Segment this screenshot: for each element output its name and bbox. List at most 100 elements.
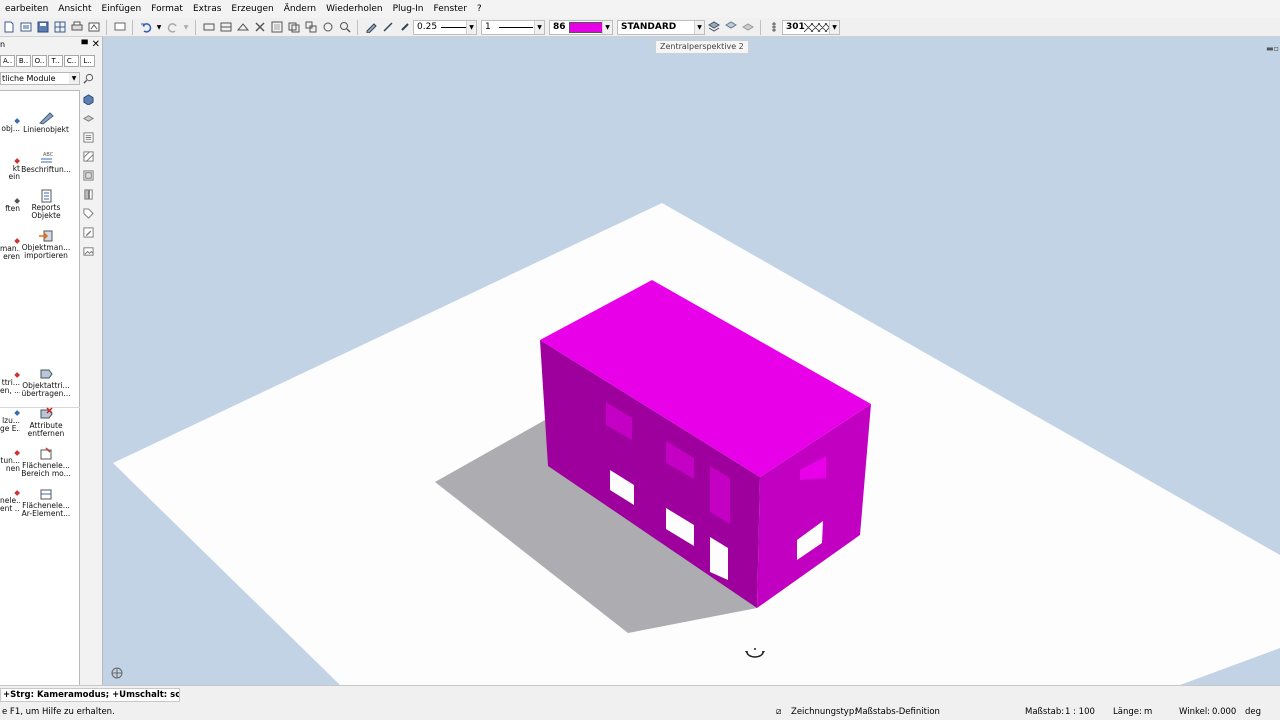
help-text: e F1, um Hilfe zu erhalten. xyxy=(2,707,115,717)
tab-a[interactable]: A.. xyxy=(0,55,15,67)
redo-dropdown-icon[interactable]: ▼ xyxy=(182,20,190,35)
list-item-flaechenelemente-ar[interactable]: Flächenele... Ar-Element... xyxy=(16,487,76,518)
list-item-objektattribute-uebertragen[interactable]: Objektattri... übertragen... xyxy=(16,367,76,398)
scale-value[interactable]: 1 : 100 xyxy=(1065,707,1095,717)
menu-bar: earbeiten Ansicht Einfügen Format Extras… xyxy=(0,0,1280,18)
wall-icon[interactable] xyxy=(218,20,233,35)
drawing-type-value[interactable]: Maßstabs-Definition xyxy=(855,707,940,717)
menu-format[interactable]: Format xyxy=(146,0,188,18)
orbit-cursor-icon xyxy=(745,648,765,658)
new-file-icon[interactable] xyxy=(1,20,16,35)
attribute-transfer-icon xyxy=(40,369,53,379)
line-type-select[interactable]: 1 ▼ xyxy=(481,19,545,35)
3d-viewport[interactable]: Zentralperspektive 2 ▬▫ xyxy=(104,37,1280,685)
toolbar-divider xyxy=(760,19,761,35)
cube-icon[interactable] xyxy=(82,92,94,106)
layer-tool-3-icon[interactable] xyxy=(740,20,755,35)
status-bar: e F1, um Hilfe zu erhalten. ⧄ Zeichnungs… xyxy=(0,704,1280,720)
list-item-attribute-entfernen[interactable]: Attribute entfernen xyxy=(16,407,76,438)
line-type-value: 1 xyxy=(485,22,491,32)
close-icon[interactable]: ✕ xyxy=(92,39,100,50)
menu-bearbeiten[interactable]: earbeiten xyxy=(0,0,53,18)
tools-icon[interactable] xyxy=(252,20,267,35)
edit-icon[interactable] xyxy=(82,225,94,239)
view-name-label: Zentralperspektive 2 xyxy=(655,40,749,54)
layer-tool-1-icon[interactable] xyxy=(706,20,721,35)
3d-scene[interactable] xyxy=(104,37,1280,685)
chevron-down-icon: ▼ xyxy=(69,73,79,84)
search-icon[interactable] xyxy=(83,73,94,87)
menu-help[interactable]: ? xyxy=(472,0,487,18)
image-icon[interactable] xyxy=(82,244,94,258)
tab-l[interactable]: L.. xyxy=(80,55,95,67)
menu-ansicht[interactable]: Ansicht xyxy=(53,0,96,18)
color-select[interactable]: 86 ▼ xyxy=(549,19,613,35)
tag-icon[interactable] xyxy=(82,206,94,220)
menu-aendern[interactable]: Ändern xyxy=(279,0,321,18)
pen-thickness-select[interactable]: 0.25 ▼ xyxy=(413,19,477,35)
import-icon xyxy=(39,230,53,242)
print-icon[interactable] xyxy=(69,20,84,35)
layer-icon[interactable] xyxy=(82,111,94,125)
rectangle-icon[interactable] xyxy=(201,20,216,35)
module-select[interactable]: tliche Module ▼ xyxy=(0,72,80,85)
list-item-beschriftung[interactable]: ABC Beschriftun... xyxy=(16,151,76,174)
toolbar-divider xyxy=(132,19,133,35)
view-4-icon[interactable] xyxy=(320,20,335,35)
view-1-icon[interactable] xyxy=(269,20,284,35)
menu-plugin[interactable]: Plug-In xyxy=(388,0,429,18)
undo-icon[interactable] xyxy=(138,20,153,35)
layer-tool-2-icon[interactable] xyxy=(723,20,738,35)
undo-dropdown-icon[interactable]: ▼ xyxy=(155,20,163,35)
pin-icon[interactable]: ▀ xyxy=(81,40,87,49)
roof-icon[interactable] xyxy=(235,20,250,35)
attribute-remove-icon xyxy=(40,407,53,419)
list-item-objektmanager-import[interactable]: Objektman... importieren xyxy=(16,229,76,260)
command-bar: +Strg: Kameramodus; +Umschalt: schneller xyxy=(0,685,1280,704)
list-item-linienobjekt[interactable]: Linienobjekt xyxy=(16,111,76,134)
open-file-icon[interactable] xyxy=(18,20,33,35)
panel-tabs: A.. B.. O.. T.. C.. L.. xyxy=(0,54,102,68)
pen-tool-icon[interactable] xyxy=(363,20,378,35)
view-2-icon[interactable] xyxy=(286,20,301,35)
angle-label: Winkel: xyxy=(1179,707,1211,717)
toolbar-divider xyxy=(195,19,196,35)
tab-b[interactable]: B.. xyxy=(16,55,31,67)
screen-icon[interactable] xyxy=(112,20,127,35)
brush-tool-icon[interactable] xyxy=(397,20,412,35)
list-icon[interactable] xyxy=(82,130,94,144)
redo-icon[interactable] xyxy=(165,20,180,35)
hatch-pattern-sample xyxy=(804,22,832,32)
angle-value[interactable]: 0.000 xyxy=(1212,707,1236,717)
drawing-type-label: Zeichnungstyp: xyxy=(791,707,858,717)
menu-einfuegen[interactable]: Einfügen xyxy=(97,0,147,18)
export-icon[interactable] xyxy=(86,20,101,35)
line-tool-icon[interactable] xyxy=(380,20,395,35)
layout-icon[interactable] xyxy=(52,20,67,35)
layer-select[interactable]: STANDARD ▼ xyxy=(617,19,705,35)
tab-t[interactable]: T.. xyxy=(48,55,63,67)
navigation-compass-icon[interactable] xyxy=(110,666,124,680)
area-element-2-icon xyxy=(40,489,52,500)
pattern-select[interactable]: 301 ▼ xyxy=(782,19,840,35)
viewport-window-controls[interactable]: ▬▫ xyxy=(1266,44,1279,53)
hatch-icon[interactable] xyxy=(82,149,94,163)
drawing-type-icon: ⧄ xyxy=(776,707,782,717)
list-item-flaechenelemente-bereich[interactable]: Flächenele... Bereich mo... xyxy=(16,447,76,478)
menu-erzeugen[interactable]: Erzeugen xyxy=(226,0,278,18)
list-item-reports[interactable]: Reports Objekte xyxy=(16,189,76,220)
column-icon[interactable] xyxy=(82,187,94,201)
save-icon[interactable] xyxy=(35,20,50,35)
menu-wiederholen[interactable]: Wiederholen xyxy=(321,0,387,18)
pattern-icon[interactable] xyxy=(766,20,781,35)
zoom-icon[interactable] xyxy=(337,20,352,35)
tab-o[interactable]: O.. xyxy=(32,55,47,67)
menu-extras[interactable]: Extras xyxy=(188,0,226,18)
chevron-down-icon: ▼ xyxy=(534,20,544,34)
menu-fenster[interactable]: Fenster xyxy=(429,0,472,18)
tab-c[interactable]: C.. xyxy=(64,55,79,67)
length-value[interactable]: m xyxy=(1144,707,1152,717)
command-hint: +Strg: Kameramodus; +Umschalt: schneller xyxy=(0,688,180,702)
view-3-icon[interactable] xyxy=(303,20,318,35)
frame-icon[interactable] xyxy=(82,168,94,182)
